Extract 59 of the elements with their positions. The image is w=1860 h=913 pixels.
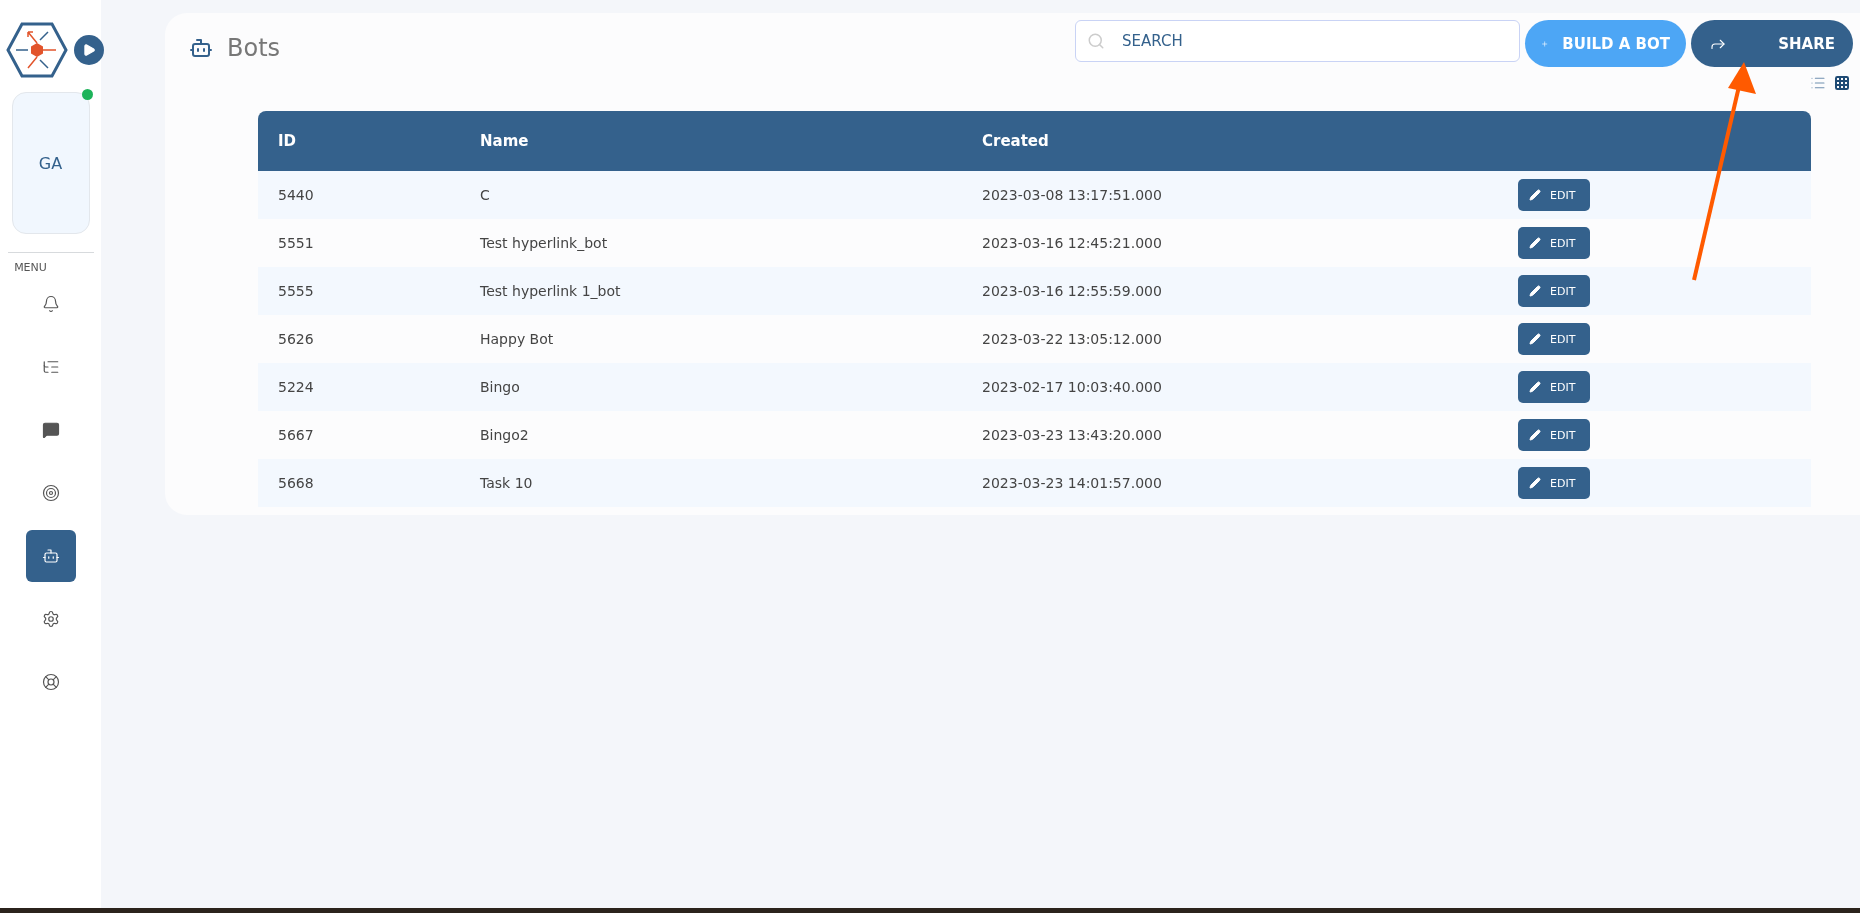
grid-view-button[interactable] <box>1834 75 1850 91</box>
edit-button[interactable]: EDIT <box>1518 179 1590 211</box>
table-cell: Task 10 <box>460 459 962 507</box>
table-cell: Happy Bot <box>460 315 962 363</box>
pencil-icon <box>1529 333 1541 345</box>
table-cell: 2023-03-23 13:43:20.000 <box>962 411 1498 459</box>
pencil-icon <box>1529 477 1541 489</box>
table-cell: C <box>460 171 962 219</box>
table-cell: 2023-03-23 14:01:57.000 <box>962 459 1498 507</box>
play-button[interactable] <box>74 35 104 65</box>
menu-label: MENU <box>14 261 47 274</box>
list-view-button[interactable] <box>1810 75 1826 91</box>
table-cell: 5555 <box>258 267 460 315</box>
share-button[interactable]: SHARE <box>1691 20 1853 67</box>
table-cell: Bingo2 <box>460 411 962 459</box>
page-title: Bots <box>227 34 281 62</box>
table-cell: 5668 <box>258 459 460 507</box>
table-cell: Test hyperlink_bot <box>460 219 962 267</box>
edit-button[interactable]: EDIT <box>1518 467 1590 499</box>
edit-button[interactable]: EDIT <box>1518 323 1590 355</box>
table-cell: 2023-03-16 12:45:21.000 <box>962 219 1498 267</box>
profile-card[interactable]: GA <box>11 92 90 234</box>
table-cell: 5551 <box>258 219 460 267</box>
table-cell: Test hyperlink 1_bot <box>460 267 962 315</box>
edit-button[interactable]: EDIT <box>1518 371 1590 403</box>
bell-icon <box>41 295 60 313</box>
pencil-icon <box>1529 285 1541 297</box>
pencil-icon <box>1529 189 1541 201</box>
pencil-icon <box>1529 429 1541 441</box>
lifebuoy-icon <box>41 673 60 691</box>
column-header: Name <box>460 111 962 171</box>
sidebar-item[interactable] <box>25 530 76 582</box>
pencil-icon <box>1529 237 1541 249</box>
settings-icon <box>41 610 60 628</box>
edit-button[interactable]: EDIT <box>1518 275 1590 307</box>
search-field[interactable]: SEARCH <box>1075 20 1520 62</box>
pencil-icon <box>1529 381 1541 393</box>
chat-icon <box>41 421 60 439</box>
robot-icon <box>41 547 60 565</box>
edit-button[interactable]: EDIT <box>1518 227 1590 259</box>
edit-button[interactable]: EDIT <box>1518 419 1590 451</box>
table-cell: 2023-02-17 10:03:40.000 <box>962 363 1498 411</box>
table-cell: 2023-03-08 13:17:51.000 <box>962 171 1498 219</box>
play-icon <box>82 43 96 57</box>
table-cell: 5667 <box>258 411 460 459</box>
robot-icon <box>189 36 213 60</box>
hexagon-logo <box>6 22 68 78</box>
column-header: Created <box>962 111 1498 171</box>
profile-initials: GA <box>38 153 63 173</box>
table-cell: 2023-03-16 12:55:59.000 <box>962 267 1498 315</box>
table-cell: 2023-03-22 13:05:12.000 <box>962 315 1498 363</box>
table-cell: 5224 <box>258 363 460 411</box>
column-header: ID <box>258 111 460 171</box>
table-cell: Bingo <box>460 363 962 411</box>
table-cell: 5440 <box>258 171 460 219</box>
table-cell: 5626 <box>258 315 460 363</box>
list-icon <box>41 358 60 376</box>
target-icon <box>41 484 60 502</box>
search-icon <box>1087 32 1105 50</box>
